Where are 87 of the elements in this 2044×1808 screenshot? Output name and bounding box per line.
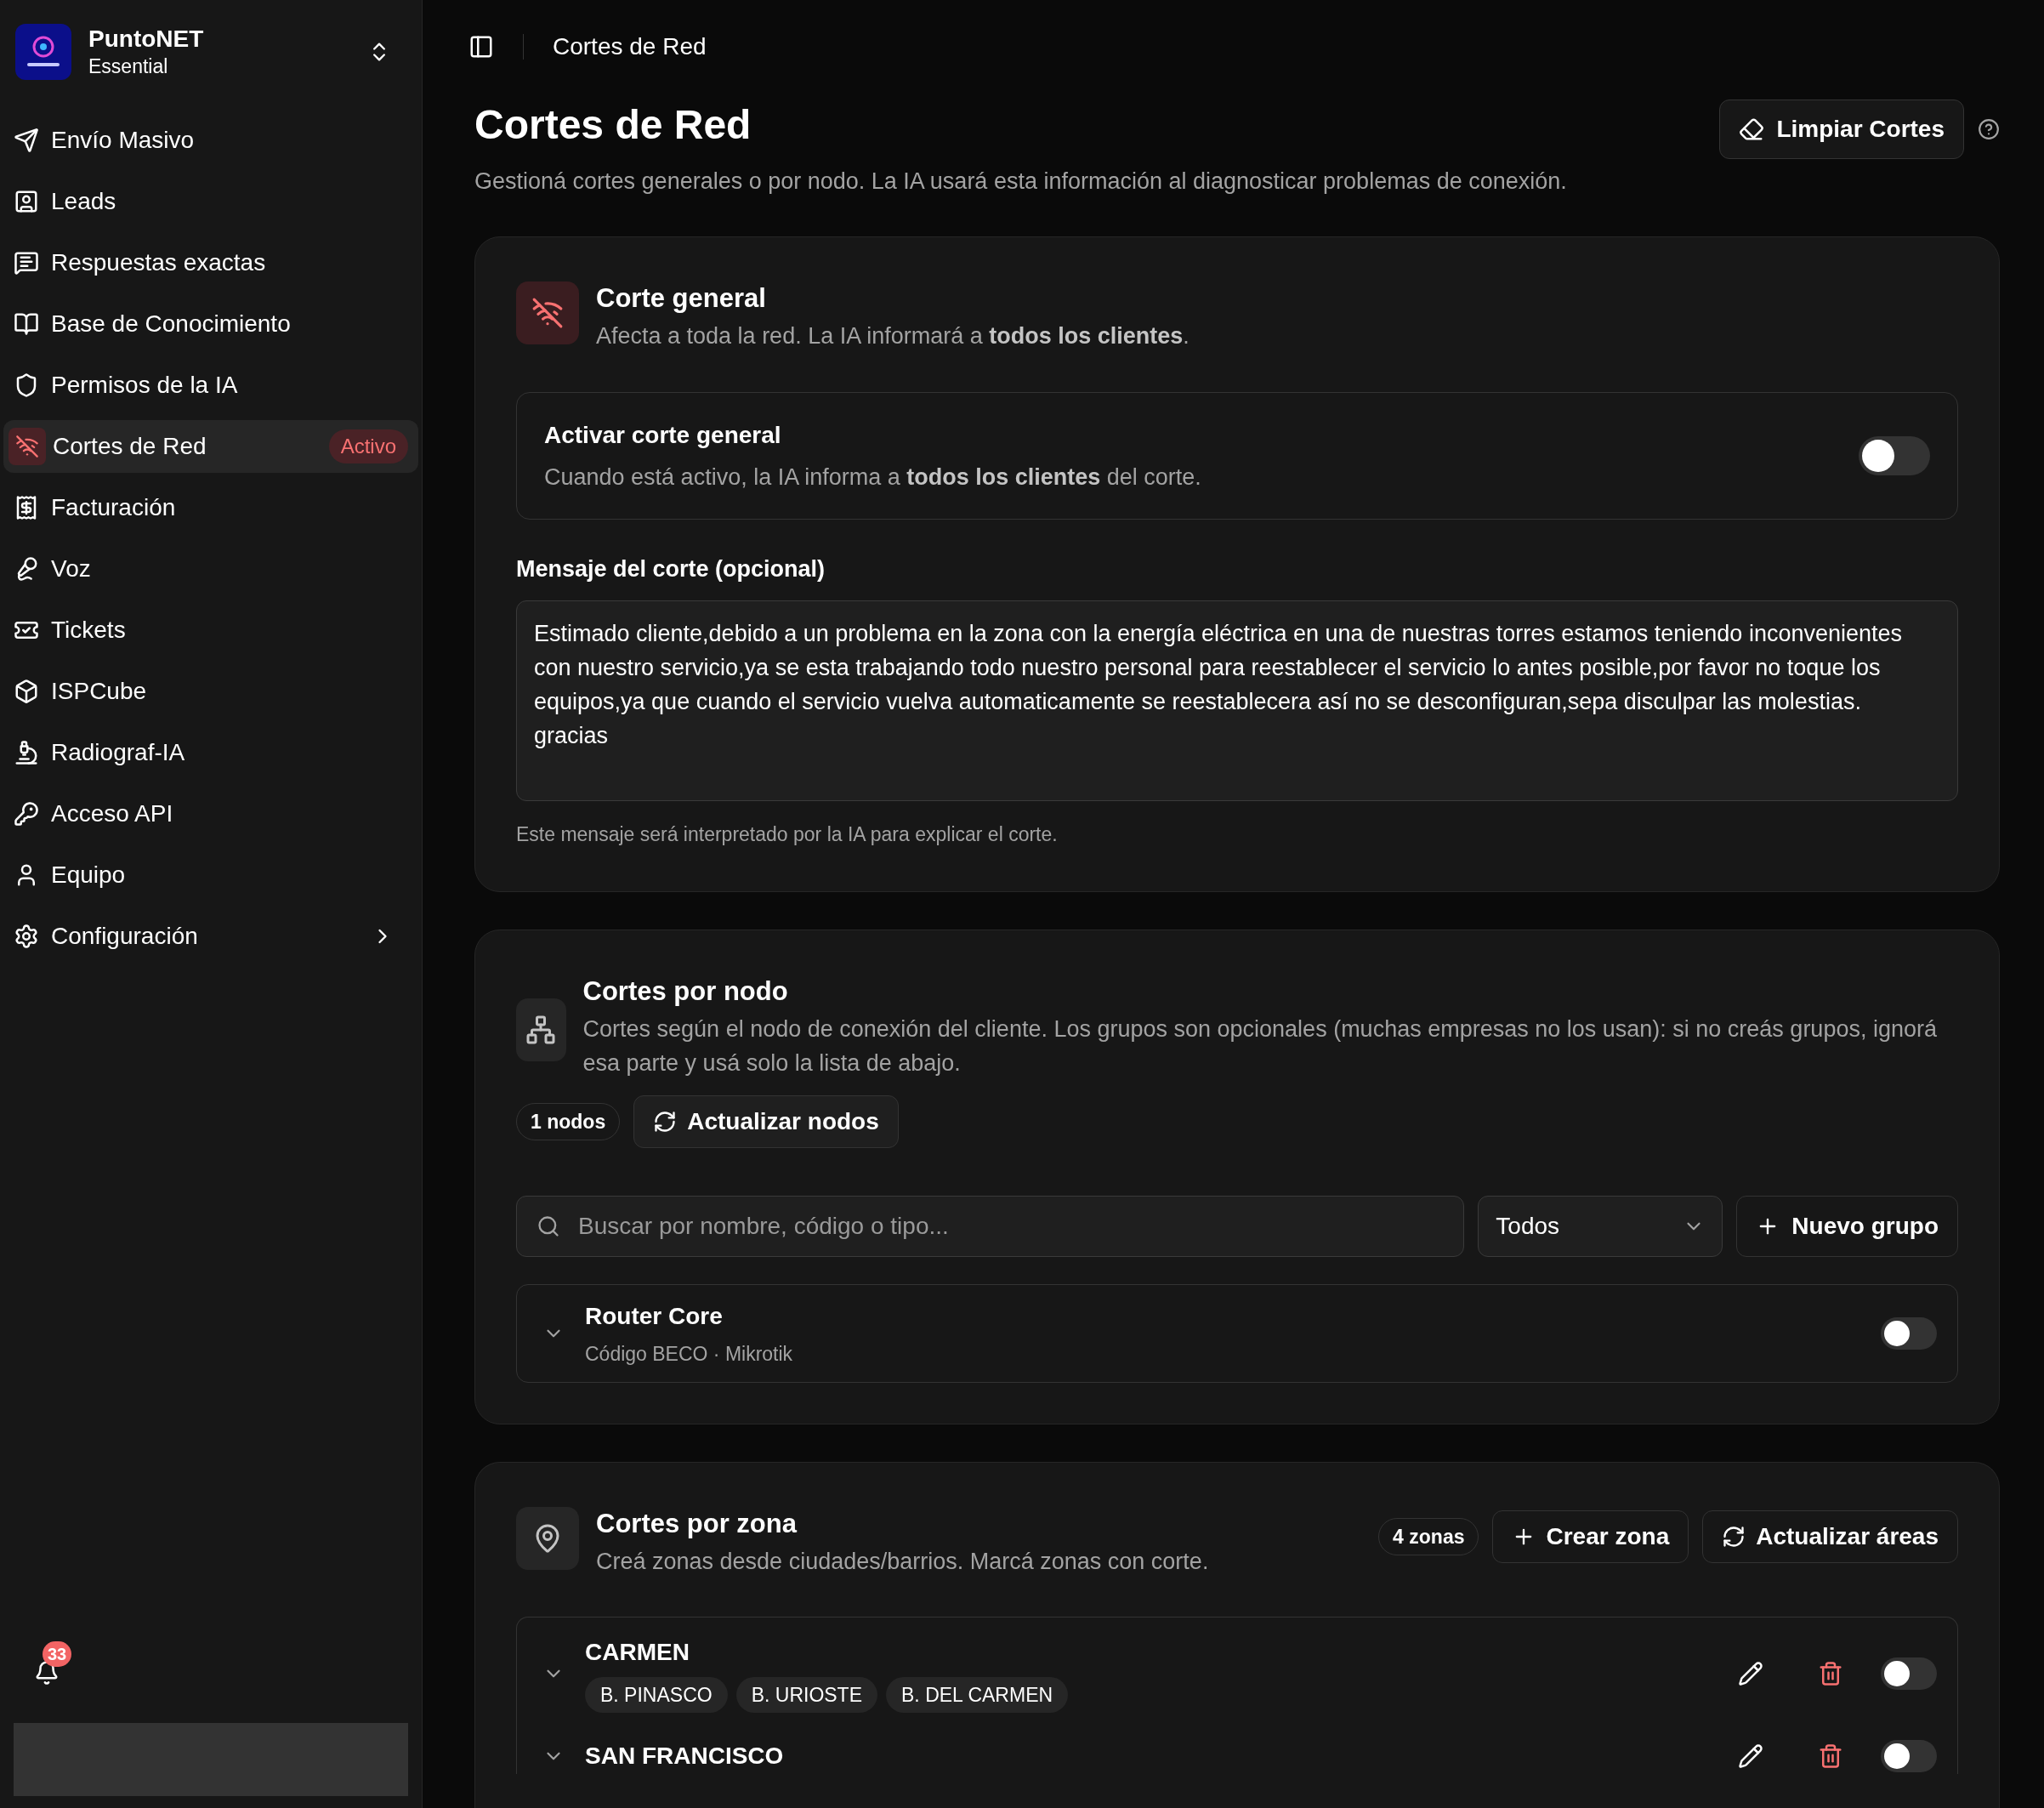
create-zone-button[interactable]: Crear zona xyxy=(1492,1510,1689,1563)
section-description: Afecta a toda la red. La IA informará a todos los clientes. xyxy=(596,321,1189,350)
sidebar-item-label: Leads xyxy=(51,187,117,216)
sidebar-item-label: Configuración xyxy=(51,922,199,951)
sidebar-item[interactable]: Envío Masivo xyxy=(3,114,418,167)
section-title: Cortes por nodo xyxy=(582,975,789,1008)
sidebar-item[interactable]: Permisos de la IA xyxy=(3,359,418,412)
microscope-icon xyxy=(14,740,39,765)
brand-logo xyxy=(15,24,71,80)
toggle-switch[interactable] xyxy=(1881,1740,1937,1772)
toggle-description: Cuando está activo, la IA informa a todos los clientes del corte. xyxy=(544,463,1201,492)
cube-icon xyxy=(14,679,39,704)
toggle-title: Activar corte general xyxy=(544,420,782,450)
message-icon xyxy=(14,250,39,276)
wifi-off-icon xyxy=(531,296,564,329)
toggle-switch[interactable] xyxy=(1859,436,1930,475)
status-badge: Activo xyxy=(328,429,408,463)
brand-name: PuntoNET xyxy=(88,25,205,54)
sidebar-item-label: Radiograf-IA xyxy=(51,738,186,767)
toggle-switch[interactable] xyxy=(1881,1317,1937,1350)
plan-name: Essential xyxy=(88,54,169,79)
sidebar-item[interactable]: Respuestas exactas xyxy=(3,236,418,289)
message-input-field[interactable]: Estimado cliente,debido a un problema en la zona con la energía eléctrica en una de nuestras torres estamos teniendo inconvenientes con nuestro servicio,ya se esta trabajando todo nuestro personal para reestablecer el servicio lo antes posible,por favor no toque los equipos,ya que cuando el servicio vuelva automaticamente se reestablecera así no se desconfiguran,sepa disculpar las molestias. gracias xyxy=(516,600,1958,801)
node-name: Router Core xyxy=(585,1301,724,1331)
sidebar-item[interactable]: Voz xyxy=(3,543,418,595)
refresh-nodes-button[interactable]: Actualizar nodos xyxy=(633,1095,899,1148)
edit-icon[interactable] xyxy=(1738,1743,1763,1769)
sidebar-item-label: Base de Conocimiento xyxy=(51,310,292,338)
section-description: Cortes según el nodo de conexión del cliente. Los grupos son opcionales (muchas empresas no los usan): si no creás grupos, ignorá esa parte y usá solo la lista de abajo. xyxy=(582,1015,1938,1077)
sidebar-item-label: ISPCube xyxy=(51,677,148,706)
send-icon xyxy=(14,128,39,153)
area-tag: B. PINASCO xyxy=(585,1676,728,1713)
contact-icon xyxy=(14,189,39,214)
breadcrumb: Cortes de Red xyxy=(553,31,707,61)
new-group-button[interactable]: Nuevo grupo xyxy=(1736,1196,1958,1257)
sidebar-item[interactable]: Cortes de Red Activo xyxy=(3,420,418,473)
book-icon xyxy=(14,311,39,337)
search-icon xyxy=(537,1214,560,1238)
section-title: Cortes por zona xyxy=(596,1508,798,1540)
section-title: Corte general xyxy=(596,281,767,315)
section-description: Creá zonas desde ciudades/barrios. Marcá zonas con corte. xyxy=(596,1548,1210,1576)
refresh-icon xyxy=(1722,1525,1746,1549)
page-subtitle: Gestioná cortes generales o por nodo. La IA usará esta información al diagnosticar problemas de conexión. xyxy=(474,168,1567,196)
node-row[interactable]: Router Core Código BECO · Mikrotik xyxy=(516,1284,1958,1383)
sidebar-item[interactable]: Configuración xyxy=(3,910,418,963)
zone-name: CARMEN xyxy=(585,1637,690,1667)
trash-icon[interactable] xyxy=(1818,1743,1843,1769)
refresh-icon xyxy=(653,1110,678,1134)
sidebar-item-label: Equipo xyxy=(51,861,127,890)
sidebar-item-label: Facturación xyxy=(51,493,177,522)
filter-dropdown[interactable]: Todos xyxy=(1478,1196,1723,1257)
sidebar-item-label: Cortes de Red xyxy=(53,432,207,461)
refresh-areas-button[interactable]: Actualizar áreas xyxy=(1702,1510,1958,1563)
area-tag: B. DEL CARMEN xyxy=(886,1676,1069,1713)
sidebar-item-label: Voz xyxy=(51,554,92,583)
sidebar-item-label: Tickets xyxy=(51,616,127,645)
sidebar-item[interactable]: Base de Conocimiento xyxy=(3,298,418,350)
sidebar-item-label: Respuestas exactas xyxy=(51,248,267,277)
wifi-off-icon xyxy=(15,435,39,458)
edit-icon[interactable] xyxy=(1738,1660,1763,1686)
settings-icon xyxy=(14,924,39,949)
sidebar-item[interactable]: Radiograf-IA xyxy=(3,726,418,779)
trash-icon[interactable] xyxy=(1818,1660,1843,1686)
sidebar-item-label: Permisos de la IA xyxy=(51,371,239,400)
sidebar-item[interactable]: ISPCube xyxy=(3,665,418,718)
sidebar-item[interactable]: Acceso API xyxy=(3,787,418,840)
area-tag: B. URIOSTE xyxy=(735,1676,877,1713)
help-icon[interactable] xyxy=(1978,118,2000,140)
node-detail: Código BECO · Mikrotik xyxy=(585,1341,794,1367)
field-hint: Este mensaje será interpretado por la IA para explicar el corte. xyxy=(516,822,1059,847)
sidebar-item-label: Envío Masivo xyxy=(51,126,196,155)
notification-count-badge: 33 xyxy=(43,1641,72,1667)
toggle-switch[interactable] xyxy=(1881,1657,1937,1690)
sidebar-item[interactable]: Tickets xyxy=(3,604,418,657)
eraser-icon xyxy=(1739,117,1765,142)
clear-cuts-button[interactable]: Limpiar Cortes xyxy=(1719,99,1964,159)
sidebar-item[interactable]: Leads xyxy=(3,175,418,228)
sidebar-item[interactable]: Facturación xyxy=(3,481,418,534)
network-icon xyxy=(525,1015,557,1045)
sidebar-item[interactable]: Equipo xyxy=(3,849,418,901)
search-field[interactable]: Buscar por nombre, código o tipo... xyxy=(516,1196,1465,1257)
sidebar-item-label: Acceso API xyxy=(51,799,174,828)
page-title: Cortes de Red xyxy=(474,101,752,149)
field-label: Mensaje del corte (opcional) xyxy=(516,555,826,583)
key-icon xyxy=(14,801,39,827)
bell-icon[interactable] xyxy=(34,1660,60,1686)
zone-name: SAN FRANCISCO xyxy=(585,1742,785,1771)
